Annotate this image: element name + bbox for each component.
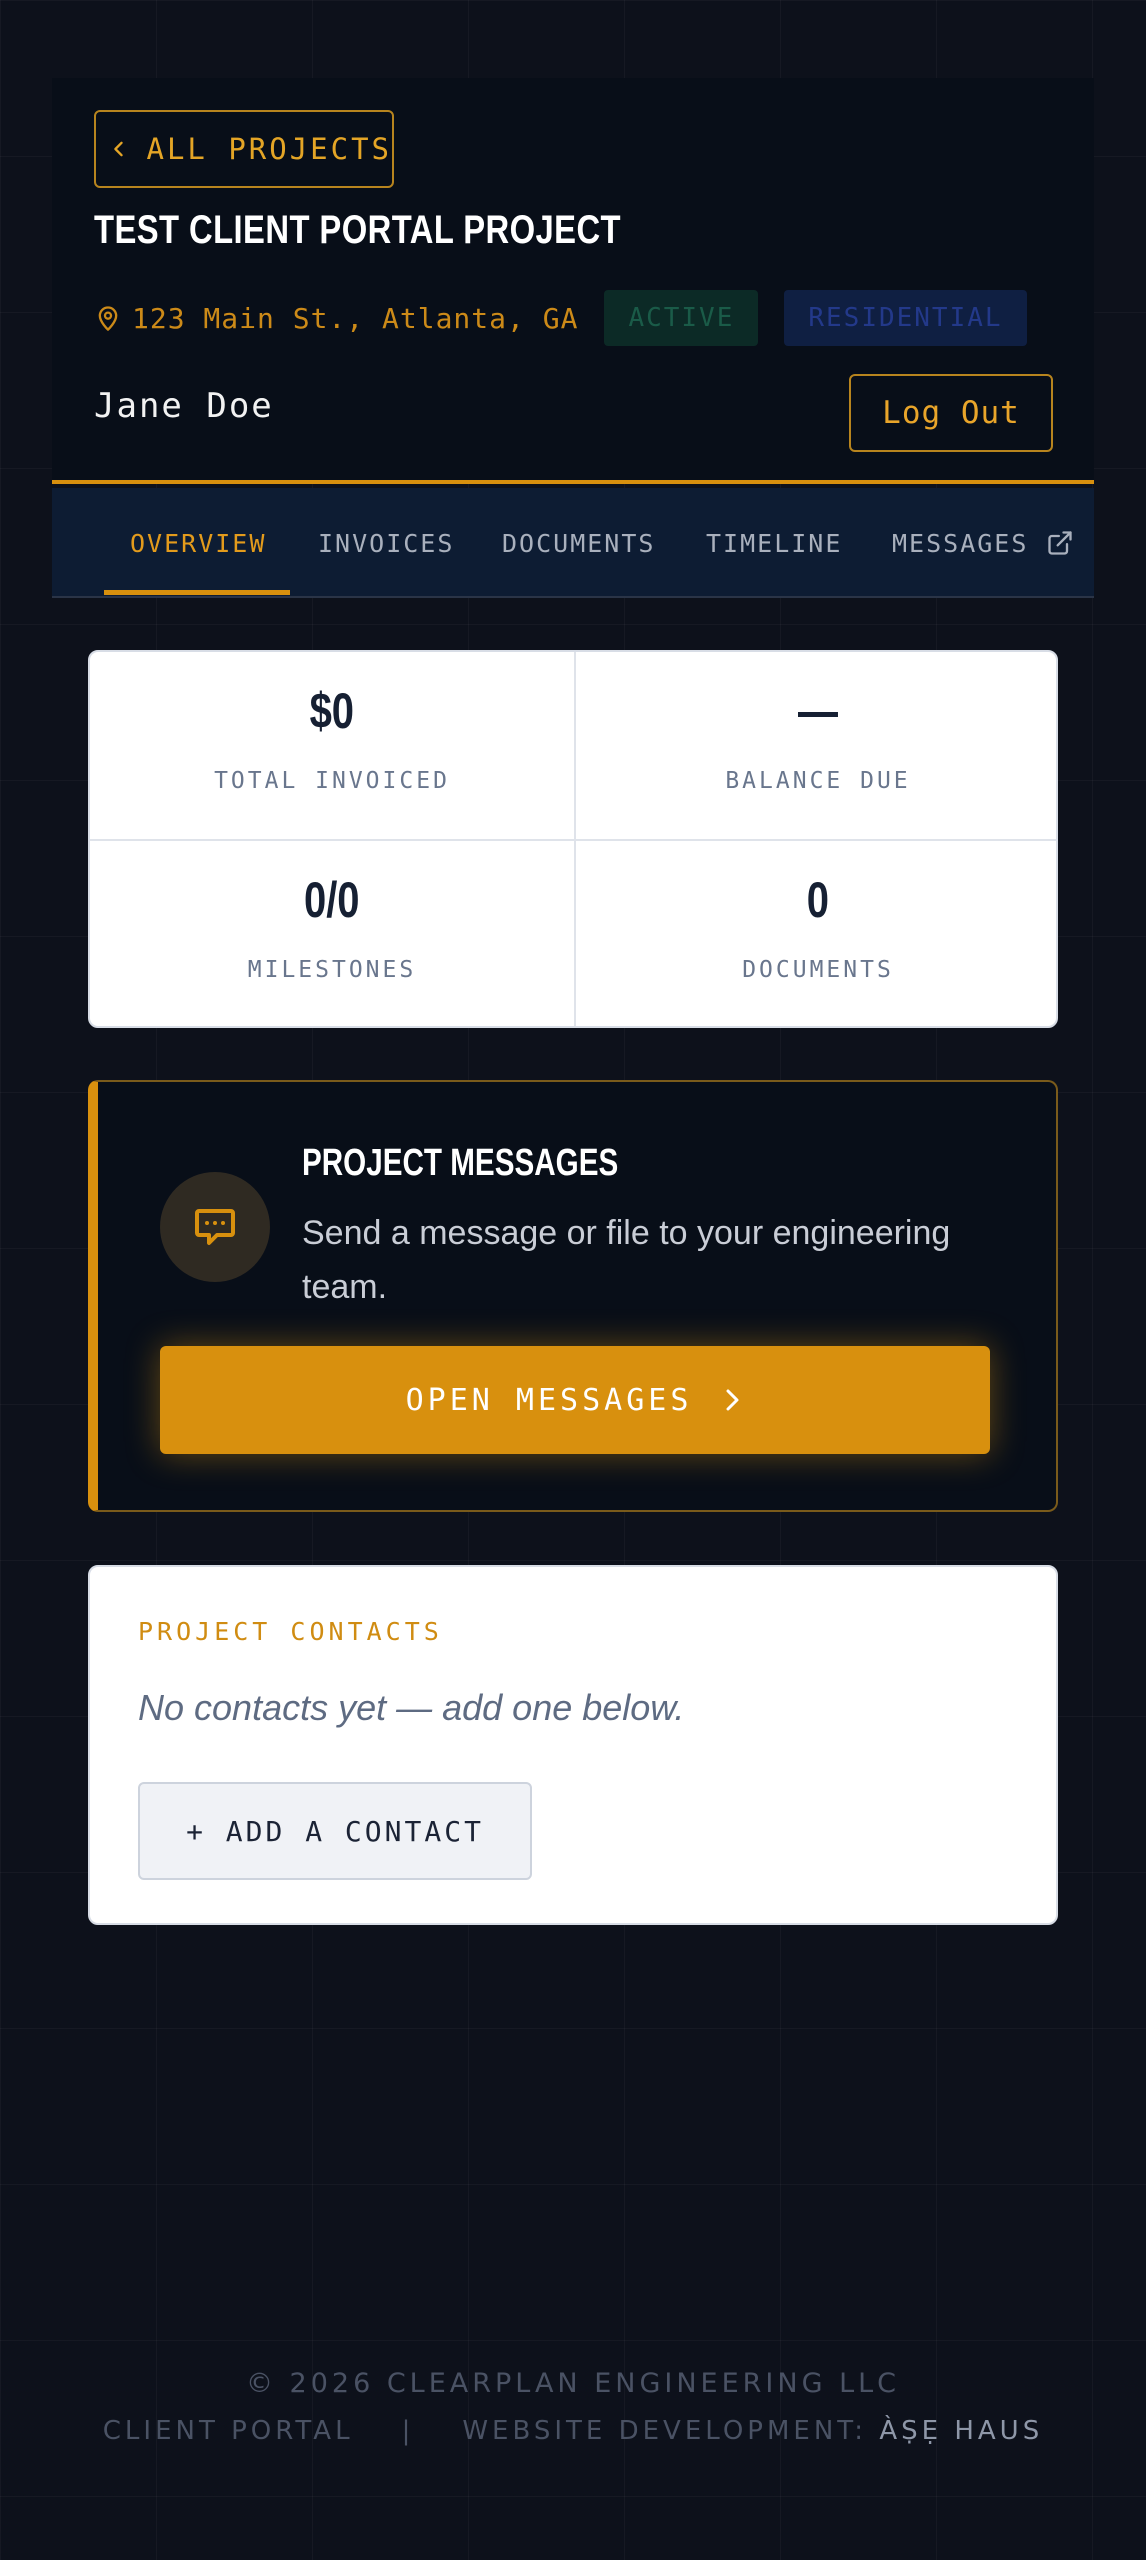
project-stats: $0 TOTAL INVOICED — BALANCE DUE 0/0 MILE…: [88, 650, 1058, 1028]
project-header: ALL PROJECTS TEST CLIENT PORTAL PROJECT …: [52, 78, 1094, 484]
user-name: Jane Doe: [94, 386, 274, 426]
footer-dev-prefix: WEBSITE DEVELOPMENT:: [462, 2416, 868, 2446]
tab-documents[interactable]: DOCUMENTS: [502, 488, 655, 598]
contacts-empty-message: No contacts yet — add one below.: [138, 1687, 685, 1728]
tab-overview[interactable]: OVERVIEW: [130, 488, 266, 598]
tab-documents-label: DOCUMENTS: [502, 528, 656, 558]
tab-invoices[interactable]: INVOICES: [318, 488, 454, 598]
chevron-right-icon: [726, 1389, 739, 1411]
status-badge: ACTIVE: [604, 290, 759, 346]
stat-total-invoiced: $0 TOTAL INVOICED: [90, 652, 574, 840]
footer-portal-label: CLIENT PORTAL: [102, 2416, 354, 2446]
stat-label: DOCUMENTS: [742, 957, 894, 983]
map-pin-icon: [98, 306, 118, 331]
tab-timeline-label: TIMELINE: [706, 528, 843, 558]
contacts-card-title: PROJECT CONTACTS: [138, 1617, 443, 1646]
footer-dev-credit-link[interactable]: ÀṢẸ HAUS: [879, 2416, 1043, 2446]
tab-invoices-label: INVOICES: [318, 528, 455, 558]
stat-documents: 0 DOCUMENTS: [576, 841, 1056, 1026]
stat-milestones: 0/0 MILESTONES: [90, 841, 574, 1026]
logout-button[interactable]: Log Out: [849, 374, 1053, 452]
footer-copyright: © 2026 CLEARPLAN ENGINEERING LLC: [245, 2368, 901, 2399]
open-messages-button[interactable]: OPEN MESSAGES: [160, 1346, 990, 1454]
add-contact-button[interactable]: + ADD A CONTACT: [138, 1782, 532, 1880]
chat-bubble-icon: [195, 1209, 235, 1245]
tab-messages[interactable]: MESSAGES: [892, 488, 1074, 598]
stat-value: —: [798, 683, 838, 739]
stat-value: $0: [309, 683, 355, 739]
project-messages-card: PROJECT MESSAGES Send a message or file …: [88, 1080, 1058, 1512]
project-location: 123 Main St., Atlanta, GA: [132, 301, 579, 335]
all-projects-button[interactable]: ALL PROJECTS: [94, 110, 394, 188]
open-messages-label: OPEN MESSAGES: [405, 1382, 693, 1418]
messages-icon-circle: [160, 1172, 270, 1282]
messages-card-title: PROJECT MESSAGES: [302, 1142, 619, 1184]
project-contacts-card: PROJECT CONTACTS No contacts yet — add o…: [88, 1565, 1058, 1925]
all-projects-label: ALL PROJECTS: [146, 132, 392, 166]
project-tabs: OVERVIEW INVOICES DOCUMENTS TIMELINE MES…: [52, 488, 1094, 598]
tab-messages-label: MESSAGES: [892, 528, 1029, 558]
messages-card-description: Send a message or file to your engineeri…: [302, 1214, 951, 1306]
stat-value: 0: [806, 872, 830, 928]
tab-timeline[interactable]: TIMELINE: [706, 488, 842, 598]
stat-label: TOTAL INVOICED: [214, 768, 450, 794]
active-tab-indicator: [104, 590, 290, 595]
divider: [90, 839, 1056, 841]
project-type-badge: RESIDENTIAL: [784, 290, 1027, 346]
footer-separator: |: [401, 2416, 415, 2446]
project-meta: 123 Main St., Atlanta, GA ACTIVE RESIDEN…: [94, 288, 1027, 348]
stat-balance-due: — BALANCE DUE: [576, 652, 1056, 840]
stat-label: BALANCE DUE: [725, 768, 911, 794]
project-title: TEST CLIENT PORTAL PROJECT: [94, 208, 621, 252]
stat-value: 0/0: [304, 872, 360, 928]
external-link-icon: [1048, 531, 1073, 555]
chevron-left-icon: [114, 141, 123, 157]
tab-overview-label: OVERVIEW: [130, 528, 267, 558]
footer-links: CLIENT PORTAL | WEBSITE DEVELOPMENT: ÀṢẸ H…: [0, 2416, 1146, 2446]
stat-label: MILESTONES: [247, 957, 417, 983]
